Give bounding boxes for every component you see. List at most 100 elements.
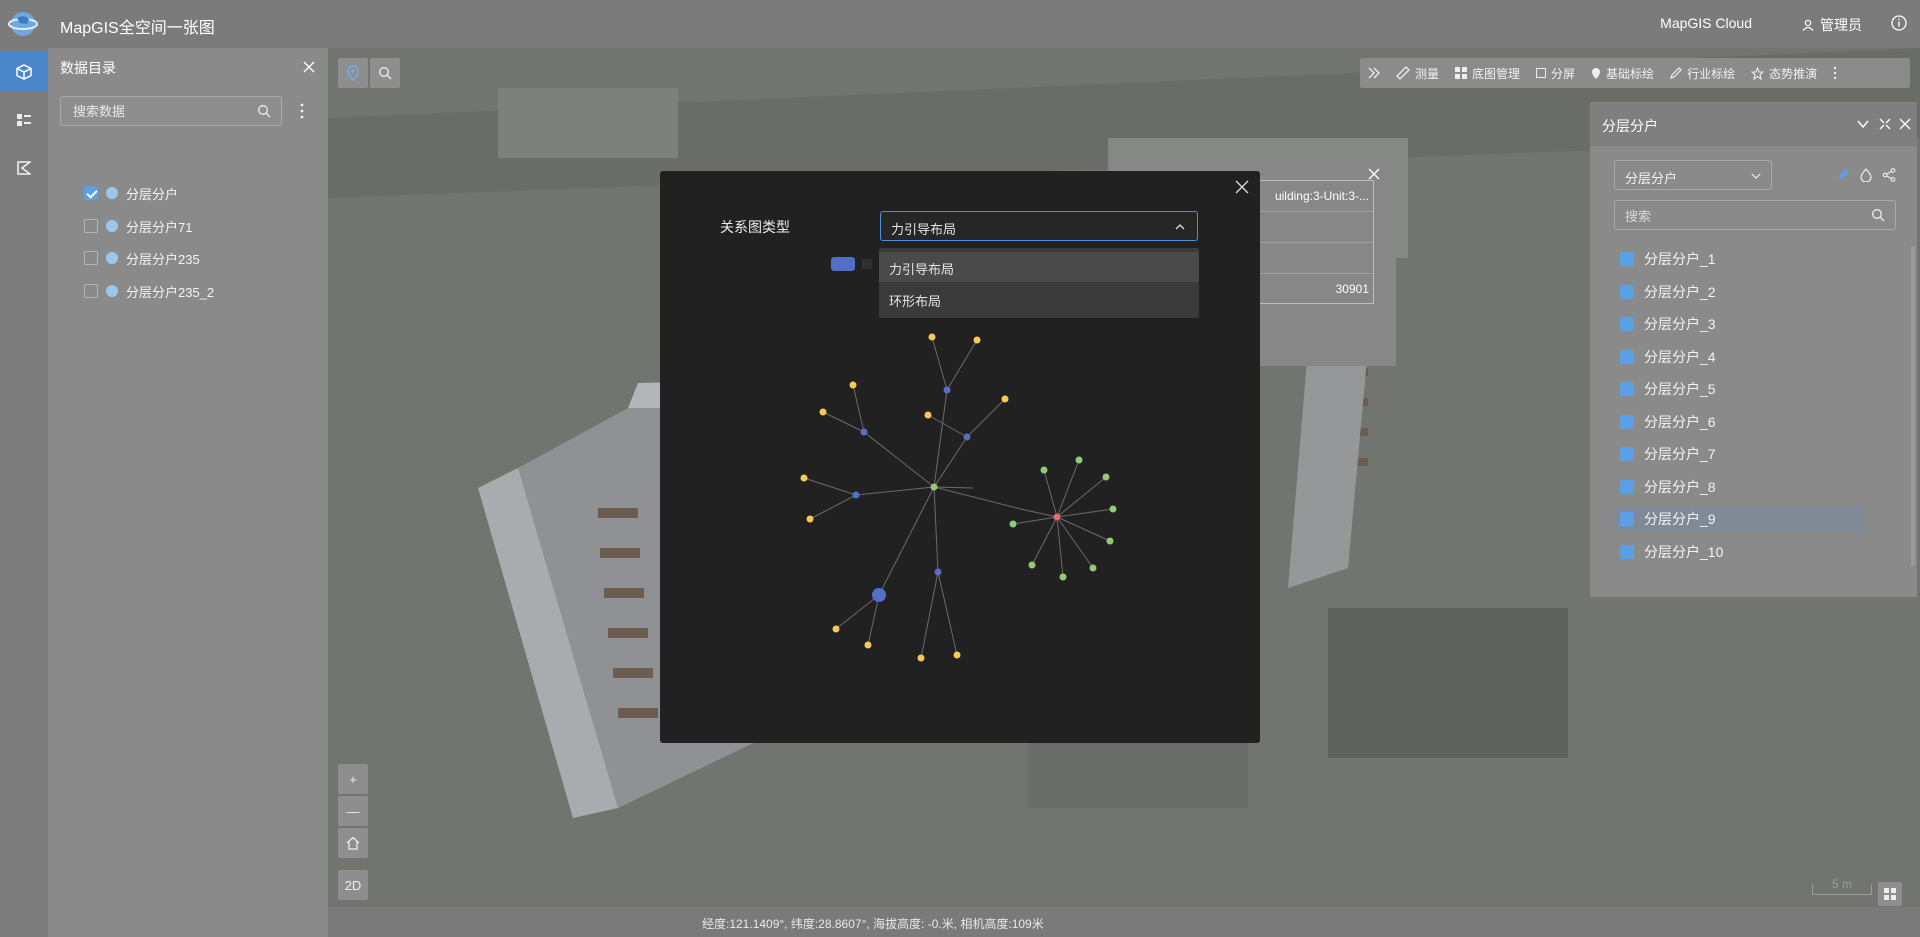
scrollbar[interactable] <box>1911 246 1915 566</box>
globe-logo-icon <box>8 12 38 36</box>
split-screen-label: 分屏 <box>1551 66 1576 81</box>
split-screen-button[interactable]: 分屏 <box>1528 65 1583 82</box>
graph-node <box>872 588 886 602</box>
basic-plot-button[interactable]: 基础标绘 <box>1583 65 1662 82</box>
layer-item[interactable]: 分层分户_10 <box>1614 539 1864 565</box>
more-vertical-icon[interactable] <box>300 103 304 119</box>
table-cell: 30901 <box>1335 282 1369 296</box>
share-icon[interactable] <box>1882 168 1896 182</box>
locate-button[interactable] <box>338 58 368 88</box>
close-icon[interactable] <box>1899 118 1911 130</box>
layer-icon <box>1620 382 1634 396</box>
layer-item-label: 分层分户_10 <box>1644 544 1724 560</box>
graph-node <box>1053 513 1061 521</box>
layer-item-label: 分层分户_9 <box>1644 511 1716 527</box>
zoom-in-button[interactable]: + <box>338 764 368 794</box>
option-force-layout[interactable]: 力引导布局 <box>879 252 1199 282</box>
layer-item[interactable]: 分层分户_6 <box>1614 409 1864 435</box>
graph-node <box>924 411 932 419</box>
app-title: MapGIS全空间一张图 <box>60 20 215 37</box>
status-bar: 经度:121.1409°, 纬度:28.8607°, 海拔高度: -0.米, 相… <box>328 907 1920 937</box>
graph-node <box>1109 505 1117 513</box>
top-bar: MapGIS全空间一张图 MapGIS Cloud 管理员 <box>0 0 1920 48</box>
star-icon <box>1751 66 1765 80</box>
layer-icon <box>106 187 118 199</box>
catalog-item[interactable]: 分层分户 <box>84 182 178 204</box>
checkbox[interactable] <box>84 251 98 265</box>
layer-item-selected[interactable]: 分层分户_9 <box>1614 506 1864 532</box>
layer-panel: 分层分户 分层分户 分层分户_1 分层分户_2 分层分户_3 <box>1590 102 1917 597</box>
layer-item[interactable]: 分层分户_5 <box>1614 376 1864 402</box>
layer-search <box>1614 200 1896 230</box>
layer-item[interactable]: 分层分户_8 <box>1614 474 1864 500</box>
layer-icon <box>1620 545 1634 559</box>
layer-item[interactable]: 分层分户_3 <box>1614 311 1864 337</box>
toolbar-more-button[interactable] <box>1825 66 1845 80</box>
user-menu[interactable]: 管理员 <box>1802 15 1862 35</box>
catalog-item[interactable]: 分层分户71 <box>84 215 192 237</box>
graph-node <box>928 333 936 341</box>
double-chevron-right-icon <box>1368 67 1380 79</box>
catalog-item[interactable]: 分层分户235 <box>84 247 200 269</box>
industry-plot-button[interactable]: 行业标绘 <box>1662 65 1743 82</box>
rail-data-catalog-button[interactable] <box>0 52 48 92</box>
graph-node <box>852 491 860 499</box>
search-icon[interactable] <box>257 104 271 118</box>
close-icon[interactable] <box>302 60 316 74</box>
checkbox[interactable] <box>84 219 98 233</box>
toggle-2d-label: 2D <box>344 877 362 893</box>
catalog-item[interactable]: 分层分户235_2 <box>84 280 214 302</box>
layer-item[interactable]: 分层分户_4 <box>1614 344 1864 370</box>
measure-button[interactable]: 测量 <box>1388 65 1447 82</box>
table-row: 30901 <box>1245 274 1373 304</box>
brand-link[interactable]: MapGIS Cloud <box>1660 15 1752 31</box>
layer-icon <box>1620 512 1634 526</box>
rail-tools-button[interactable] <box>0 148 48 188</box>
graph-node <box>819 408 827 416</box>
graph-node <box>1075 456 1083 464</box>
search-icon[interactable] <box>1871 208 1885 222</box>
layer-item[interactable]: 分层分户_1 <box>1614 246 1864 272</box>
basemap-button[interactable]: 底图管理 <box>1447 65 1528 82</box>
layer-icon <box>1620 415 1634 429</box>
graph-node <box>1106 537 1114 545</box>
option-label: 环形布局 <box>889 294 942 309</box>
situation-deduction-button[interactable]: 态势推演 <box>1743 65 1825 82</box>
table-row: uilding:3-Unit:3-... <box>1245 181 1373 212</box>
data-catalog-panel: 数据目录 分层分户 分层分户71 分层分户235 分层分户235_2 <box>48 48 328 937</box>
layer-select[interactable]: 分层分户 <box>1614 160 1772 190</box>
zoom-out-button[interactable]: — <box>338 796 368 826</box>
info-icon[interactable] <box>1890 14 1908 32</box>
home-button[interactable] <box>338 828 368 858</box>
highlight-icon[interactable] <box>1836 168 1850 182</box>
rail-layer-list-button[interactable] <box>0 100 48 140</box>
more-vertical-icon <box>1833 66 1837 80</box>
option-label: 力引导布局 <box>889 262 955 277</box>
layer-item[interactable]: 分层分户_7 <box>1614 441 1864 467</box>
graph-node <box>1001 395 1009 403</box>
checkbox[interactable] <box>84 186 98 200</box>
layer-search-input[interactable] <box>1623 208 1867 225</box>
option-circular-layout[interactable]: 环形布局 <box>879 284 1199 314</box>
chevron-down-icon[interactable] <box>1857 118 1869 130</box>
graph-node <box>806 515 814 523</box>
layout-toggle-button[interactable] <box>1878 882 1902 906</box>
grid-icon <box>1884 888 1896 900</box>
graph-node <box>800 474 808 482</box>
checkbox[interactable] <box>84 284 98 298</box>
drop-icon[interactable] <box>1860 168 1872 182</box>
left-rail <box>0 48 48 937</box>
toggle-2d-button[interactable]: 2D <box>338 870 368 900</box>
collapse-toolbar-button[interactable] <box>1360 67 1388 79</box>
map-toolbar: 测量 底图管理 分屏 基础标绘 行业标绘 态势推演 <box>1360 58 1910 88</box>
catalog-search-input[interactable] <box>71 103 255 120</box>
map-search-button[interactable] <box>370 58 400 88</box>
close-icon[interactable] <box>1368 168 1380 180</box>
zoom-in-label: + <box>349 771 357 787</box>
list-icon <box>17 114 31 126</box>
graph-node <box>1102 473 1110 481</box>
layer-item[interactable]: 分层分户_2 <box>1614 279 1864 305</box>
layer-icon <box>1620 447 1634 461</box>
table-row <box>1245 243 1373 274</box>
expand-icon[interactable] <box>1879 118 1891 130</box>
